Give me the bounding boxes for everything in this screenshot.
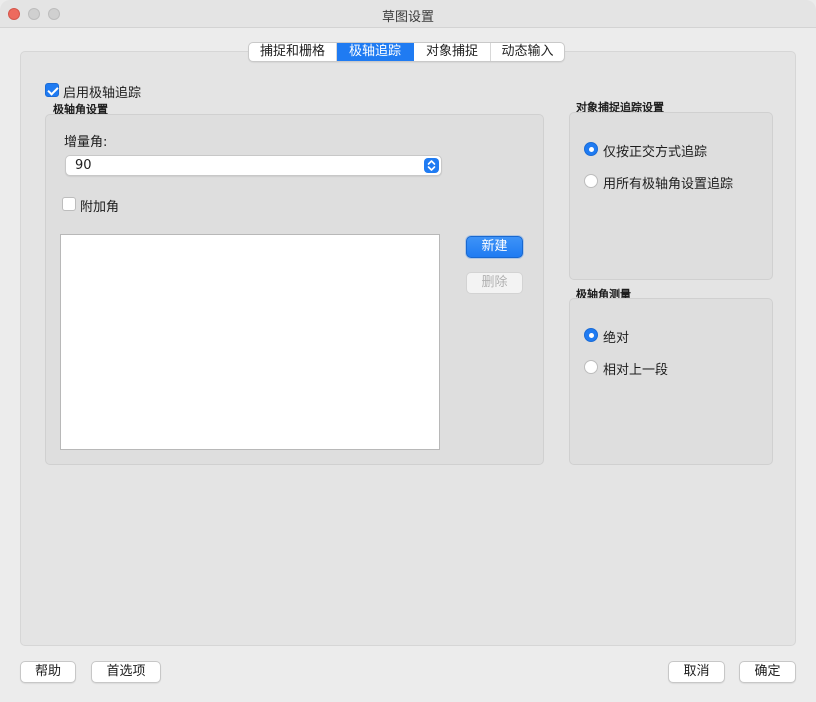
delete-angle-button[interactable]: 删除: [466, 272, 523, 294]
window-title: 草图设置: [381, 10, 434, 25]
additional-angle-checkbox[interactable]: [62, 197, 76, 211]
tab-bar: 捕捉和栅格 极轴追踪 对象捕捉 动态输入: [248, 42, 565, 62]
preferences-button[interactable]: 首选项: [91, 661, 161, 683]
tab-polar-tracking[interactable]: 极轴追踪: [337, 43, 414, 61]
tab-object-snap[interactable]: 对象捕捉: [414, 43, 491, 61]
cancel-button[interactable]: 取消: [668, 661, 725, 683]
relative-to-last-segment-label: 相对上一段: [603, 363, 669, 378]
title-bar: 草图设置: [0, 0, 816, 28]
increment-angle-select[interactable]: 90: [65, 155, 442, 176]
tab-snap-grid[interactable]: 捕捉和栅格: [249, 43, 337, 61]
dialog-window: 草图设置 捕捉和栅格 极轴追踪 对象捕捉 动态输入 启用极轴追踪 极轴角设置 增…: [0, 0, 816, 702]
object-snap-tracking-group: [569, 112, 773, 280]
relative-to-last-segment-radio[interactable]: [584, 360, 598, 374]
enable-polar-tracking-checkbox[interactable]: [45, 83, 59, 97]
tab-dynamic-input[interactable]: 动态输入: [491, 43, 564, 61]
increment-angle-value: 90: [75, 158, 92, 173]
enable-polar-tracking-label: 启用极轴追踪: [63, 86, 142, 101]
chevron-up-down-icon: [424, 158, 439, 173]
absolute-label: 绝对: [603, 331, 630, 346]
all-polar-angles-tracking-radio[interactable]: [584, 174, 598, 188]
orthogonal-tracking-radio[interactable]: [584, 142, 598, 156]
polar-angle-measurement-group: [569, 298, 773, 465]
ok-button[interactable]: 确定: [739, 661, 796, 683]
additional-angle-list[interactable]: [60, 234, 440, 450]
orthogonal-tracking-label: 仅按正交方式追踪: [603, 145, 708, 160]
help-button[interactable]: 帮助: [20, 661, 76, 683]
all-polar-angles-tracking-label: 用所有极轴角设置追踪: [603, 177, 734, 192]
increment-angle-label: 增量角:: [64, 135, 108, 150]
additional-angle-label: 附加角: [80, 200, 120, 215]
new-angle-button[interactable]: 新建: [466, 236, 523, 258]
absolute-radio[interactable]: [584, 328, 598, 342]
